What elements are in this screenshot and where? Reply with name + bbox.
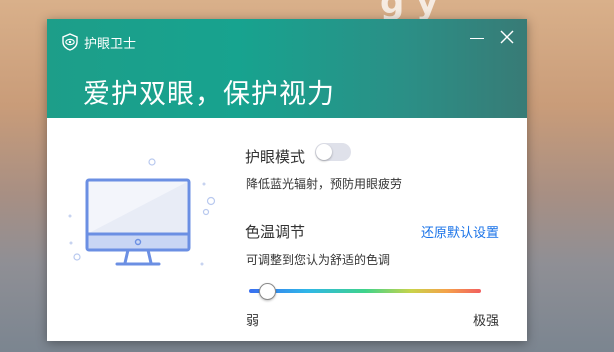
app-title: 护眼卫士 bbox=[84, 37, 137, 52]
close-icon[interactable] bbox=[498, 28, 516, 46]
toggle-knob bbox=[316, 144, 332, 160]
slider-thumb[interactable] bbox=[259, 283, 276, 300]
shield-eye-icon bbox=[62, 33, 78, 51]
eye-mode-toggle[interactable] bbox=[315, 143, 351, 161]
slider-min-label: 弱 bbox=[246, 314, 260, 329]
reset-default-link[interactable]: 还原默认设置 bbox=[421, 222, 499, 241]
window-header: 护眼卫士 爱护双眼，保护视力 bbox=[47, 19, 527, 118]
color-temp-slider[interactable] bbox=[249, 283, 481, 300]
slider-max-label: 极强 bbox=[473, 314, 500, 329]
headline: 爱护双眼，保护视力 bbox=[83, 79, 335, 110]
eye-mode-description: 降低蓝光辐射，预防用眼疲劳 bbox=[246, 177, 403, 191]
minimize-button[interactable] bbox=[468, 29, 486, 47]
monitor-illustration bbox=[68, 158, 216, 266]
color-temp-label: 色温调节 bbox=[245, 223, 306, 241]
eye-care-window: 护眼卫士 爱护双眼，保护视力 护眼模式 降低蓝光辐射，预防用眼疲劳 色温调节 还… bbox=[47, 19, 527, 341]
eye-mode-label: 护眼模式 bbox=[245, 148, 306, 166]
color-temp-description: 可调整到您认为舒适的色调 bbox=[246, 253, 391, 267]
